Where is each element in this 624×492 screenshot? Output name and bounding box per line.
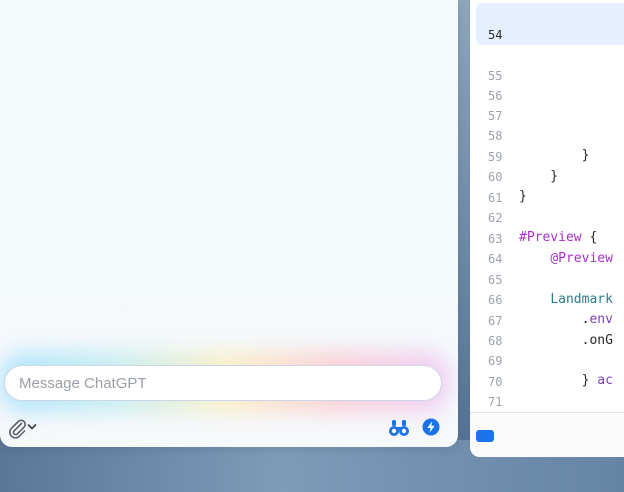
message-input[interactable]: Message ChatGPT — [4, 365, 442, 401]
code-line[interactable]: 65 Landmark — [470, 250, 624, 307]
code-line[interactable]: 55 — [470, 46, 624, 83]
code-line[interactable]: 72 } — [470, 392, 624, 449]
chevron-down-icon[interactable] — [27, 419, 37, 435]
code-line[interactable]: 56 — [470, 66, 624, 103]
code-line[interactable]: 59 } — [470, 127, 624, 184]
editor-status-bar — [470, 412, 624, 457]
bolt-icon[interactable] — [422, 418, 440, 436]
code-line[interactable]: 70 — [470, 352, 624, 389]
code-line[interactable]: 69 } ac — [470, 331, 624, 388]
code-line[interactable]: 61 — [470, 168, 624, 205]
message-placeholder: Message ChatGPT — [19, 375, 147, 392]
code-line[interactable]: 58 } — [470, 106, 624, 163]
code-line[interactable]: 67 .onG — [470, 291, 624, 348]
code-line[interactable]: 64 — [470, 229, 624, 266]
line-number: 54 — [488, 28, 503, 42]
code-editor-window[interactable]: 54 55 56 57 58 } 59 } 60 } 61 62 #Previe… — [470, 0, 624, 457]
binoculars-icon[interactable] — [388, 418, 410, 438]
chatgpt-window: Message ChatGPT — [0, 0, 458, 447]
code-line-current[interactable]: 54 — [470, 5, 624, 42]
code-line[interactable]: 60 } — [470, 147, 624, 204]
code-line[interactable]: 66 .env — [470, 270, 624, 327]
code-line[interactable]: 62 #Preview { — [470, 188, 624, 245]
editor-status-indicator[interactable] — [476, 430, 494, 442]
code-line[interactable]: 63 @Preview — [470, 209, 624, 266]
paperclip-icon[interactable] — [6, 417, 28, 439]
code-line[interactable]: 71 } — [470, 372, 624, 429]
code-line[interactable]: 68 — [470, 311, 624, 348]
code-line[interactable]: 57 — [470, 86, 624, 123]
